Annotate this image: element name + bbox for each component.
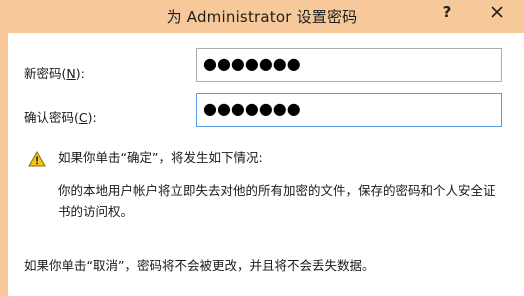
new-password-label: 新密码(N): (24, 66, 85, 81)
title-bar[interactable]: 为 Administrator 设置密码 ? (0, 0, 524, 33)
confirm-password-field[interactable]: ●●●●●●● (196, 93, 502, 127)
close-button[interactable] (474, 1, 520, 23)
cancel-note: 如果你单击“取消”，密码将不会被更改，并且将不会丢失数据。 (24, 258, 375, 273)
warning-triangle-icon (28, 151, 46, 167)
dialog-body: 新密码(N): ●●●●●●● 确认密码(C): ●●●●●●● 如果你单击“确… (8, 33, 524, 296)
warning-heading: 如果你单击“确定”，将发生如下情况: (58, 150, 263, 165)
new-password-field[interactable]: ●●●●●●● (196, 48, 502, 82)
warning-body: 你的本地用户帐户将立即失去对他的所有加密的文件，保存的密码和个人安全证书的访问权… (58, 183, 496, 219)
confirm-password-label: 确认密码(C): (24, 110, 97, 125)
help-button[interactable]: ? (432, 1, 462, 23)
set-password-dialog: 为 Administrator 设置密码 ? 新密码(N): ●●●●●●● 确… (0, 0, 524, 296)
close-icon (491, 6, 503, 18)
